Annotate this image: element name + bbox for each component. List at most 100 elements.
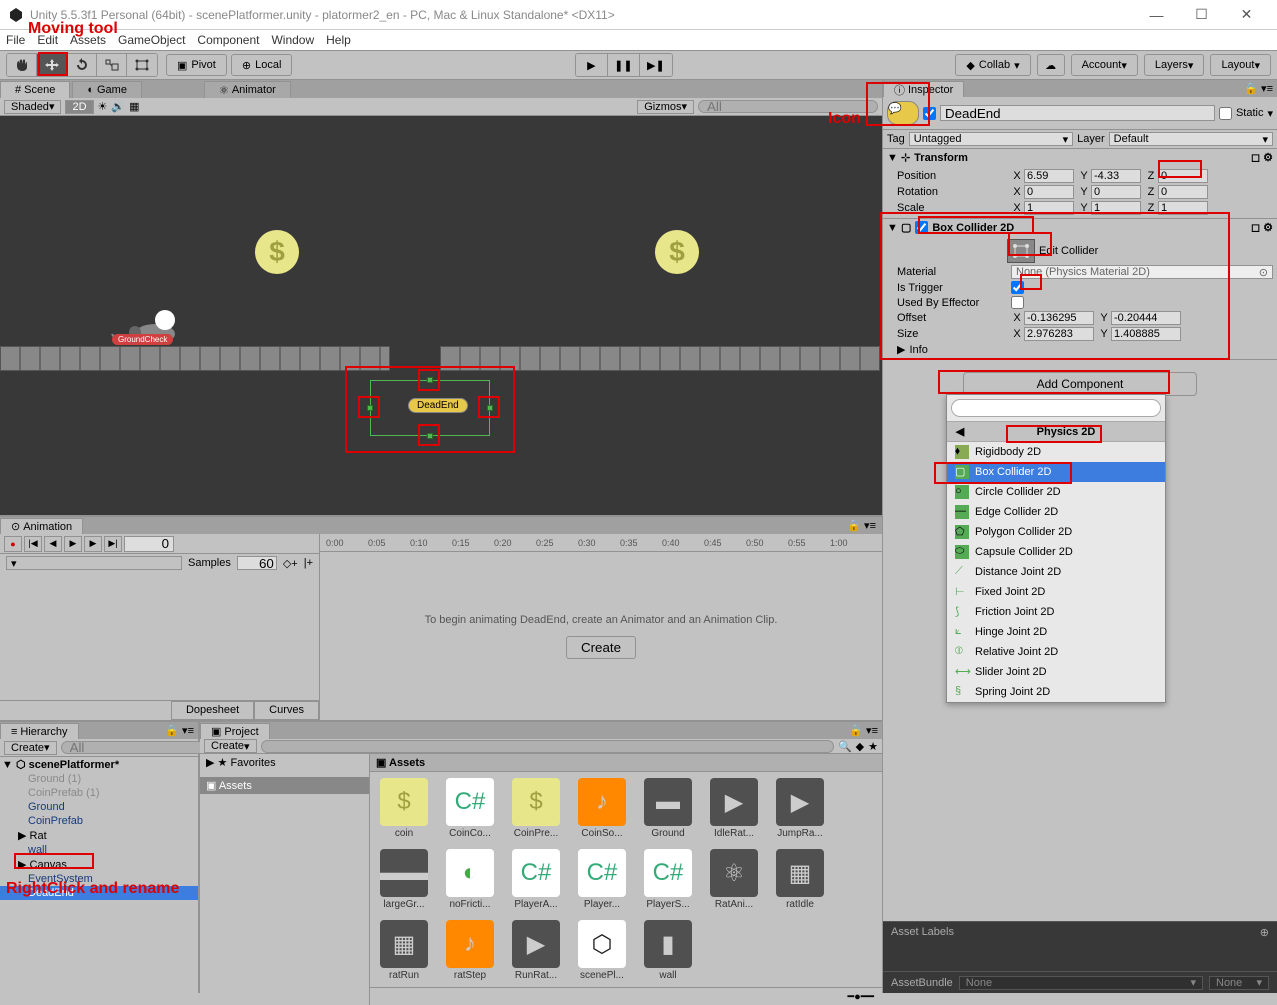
scl-x[interactable]	[1024, 201, 1074, 215]
asset-item[interactable]: C#CoinCo...	[442, 778, 498, 839]
offset-y[interactable]	[1111, 311, 1181, 325]
active-checkbox[interactable]	[923, 107, 936, 120]
size-y[interactable]	[1111, 327, 1181, 341]
project-create-dropdown[interactable]: Create ▾	[204, 739, 257, 753]
tab-dopesheet[interactable]: Dopesheet	[171, 701, 254, 720]
last-frame-button[interactable]: ▶|	[104, 536, 122, 552]
tab-game[interactable]: ◐ Game	[72, 81, 142, 98]
dropdown-item[interactable]: ○Circle Collider 2D	[947, 482, 1165, 502]
asset-item[interactable]: ▮wall	[640, 920, 696, 981]
dropdown-item[interactable]: —Edge Collider 2D	[947, 502, 1165, 522]
asset-item[interactable]: C#PlayerA...	[508, 849, 564, 910]
gizmos-dropdown[interactable]: Gizmos ▾	[637, 100, 694, 114]
account-button[interactable]: Account ▾	[1071, 54, 1138, 76]
hierarchy-item[interactable]: Ground	[0, 800, 198, 814]
tab-project[interactable]: ▣ Project	[200, 723, 270, 739]
search-icon[interactable]: 🔍	[838, 740, 852, 753]
assetbundle-variant-dropdown[interactable]: None▾	[1209, 976, 1269, 990]
dropdown-item[interactable]: ⬧Rigidbody 2D	[947, 442, 1165, 462]
hierarchy-item[interactable]: Ground (1)	[0, 772, 198, 786]
menu-assets[interactable]: Assets	[70, 33, 106, 47]
gameobject-icon[interactable]: 💬	[887, 101, 919, 125]
asset-item[interactable]: ▦ratRun	[376, 920, 432, 981]
add-event-icon[interactable]: |+	[304, 557, 313, 569]
clip-dropdown[interactable]: ▾	[6, 556, 182, 570]
step-button[interactable]: ▶❚	[640, 54, 672, 76]
light-icon[interactable]: ☀	[98, 100, 108, 113]
dropdown-item[interactable]: ⟷Slider Joint 2D	[947, 662, 1165, 682]
asset-item[interactable]: C#PlayerS...	[640, 849, 696, 910]
asset-item[interactable]: ▶IdleRat...	[706, 778, 762, 839]
panel-menu-icon[interactable]: 🔒 ▾≡	[1240, 80, 1277, 97]
asset-item[interactable]: ▬▬largeGr...	[376, 849, 432, 910]
dropdown-item[interactable]: ⦶Relative Joint 2D	[947, 642, 1165, 662]
hierarchy-create-dropdown[interactable]: Create ▾	[4, 741, 57, 755]
dropdown-search[interactable]	[951, 399, 1161, 417]
pivot-button[interactable]: ▣ Pivot	[166, 54, 227, 76]
tab-inspector[interactable]: ⓘ Inspector	[883, 81, 964, 97]
hierarchy-item[interactable]: ▶ Rat	[0, 828, 198, 843]
scl-z[interactable]	[1158, 201, 1208, 215]
menu-edit[interactable]: Edit	[37, 33, 58, 47]
name-input[interactable]	[940, 105, 1215, 121]
menu-window[interactable]: Window	[271, 33, 314, 47]
filter-icon[interactable]: ◆	[856, 740, 864, 753]
pause-button[interactable]: ❚❚	[608, 54, 640, 76]
asset-item[interactable]: ◐noFricti...	[442, 849, 498, 910]
next-frame-button[interactable]: ▶	[84, 536, 102, 552]
audio-icon[interactable]: 🔊	[111, 100, 125, 113]
tab-curves[interactable]: Curves	[254, 701, 319, 720]
collider-handle[interactable]	[427, 433, 433, 439]
asset-labels-menu-icon[interactable]: ⊕	[1260, 926, 1269, 939]
dropdown-item[interactable]: ⟀Hinge Joint 2D	[947, 622, 1165, 642]
scl-y[interactable]	[1091, 201, 1141, 215]
hand-tool[interactable]	[7, 54, 37, 76]
project-search[interactable]	[261, 740, 834, 753]
menu-file[interactable]: File	[6, 33, 25, 47]
panel-menu-icon[interactable]: 🔒 ▾≡	[845, 722, 882, 739]
size-x[interactable]	[1024, 327, 1094, 341]
project-breadcrumb[interactable]: ▣ Assets	[370, 754, 882, 772]
transform-header[interactable]: ▼ ⊹ Transform◻ ⚙	[883, 149, 1277, 166]
add-component-button[interactable]: Add Component	[963, 372, 1197, 396]
save-search-icon[interactable]: ★	[868, 740, 878, 753]
collider-handle[interactable]	[367, 405, 373, 411]
hierarchy-item[interactable]: EventSystem	[0, 872, 198, 886]
move-tool[interactable]	[37, 54, 67, 76]
shaded-dropdown[interactable]: Shaded ▾	[4, 100, 61, 114]
dropdown-item[interactable]: ⬠Polygon Collider 2D	[947, 522, 1165, 542]
minimize-button[interactable]: —	[1134, 1, 1179, 29]
rot-y[interactable]	[1091, 185, 1141, 199]
istrigger-checkbox[interactable]	[1011, 281, 1024, 294]
timeline-ruler[interactable]: 0:00 0:05 0:10 0:15 0:20 0:25 0:30 0:35 …	[320, 534, 882, 552]
asset-item[interactable]: ♪CoinSo...	[574, 778, 630, 839]
dropdown-back-button[interactable]: ◀	[950, 425, 970, 438]
edit-collider-button[interactable]	[1007, 239, 1035, 263]
pos-y[interactable]	[1091, 169, 1141, 183]
local-button[interactable]: ⊕ Local	[231, 54, 293, 76]
play-anim-button[interactable]: ▶	[64, 536, 82, 552]
offset-x[interactable]	[1024, 311, 1094, 325]
menu-help[interactable]: Help	[326, 33, 351, 47]
collab-button[interactable]: ◆ Collab ▾	[955, 54, 1030, 76]
frame-input[interactable]	[124, 536, 174, 552]
tree-favorites[interactable]: ▶ ★ Favorites	[200, 754, 369, 771]
asset-item[interactable]: ▬Ground	[640, 778, 696, 839]
create-animation-button[interactable]: Create	[566, 636, 636, 659]
dropdown-item[interactable]: §Spring Joint 2D	[947, 682, 1165, 702]
layers-button[interactable]: Layers ▾	[1144, 54, 1205, 76]
collider-handle[interactable]	[487, 405, 493, 411]
tag-dropdown[interactable]: Untagged▾	[909, 132, 1073, 146]
rot-x[interactable]	[1024, 185, 1074, 199]
boxcollider-enabled[interactable]	[915, 221, 928, 234]
hierarchy-item-selected[interactable]: DeadEnd	[0, 886, 198, 900]
pos-z[interactable]	[1158, 169, 1208, 183]
hierarchy-item[interactable]: CoinPrefab (1)	[0, 786, 198, 800]
asset-item[interactable]: ♪ratStep	[442, 920, 498, 981]
tab-animator[interactable]: ⚛ Animator	[204, 81, 291, 98]
tab-animation[interactable]: ⊙ Animation	[0, 518, 83, 534]
maximize-button[interactable]: ☐	[1179, 1, 1224, 29]
asset-item[interactable]: ▦ratIdle	[772, 849, 828, 910]
rot-z[interactable]	[1158, 185, 1208, 199]
tree-assets[interactable]: ▣ Assets	[200, 777, 369, 794]
